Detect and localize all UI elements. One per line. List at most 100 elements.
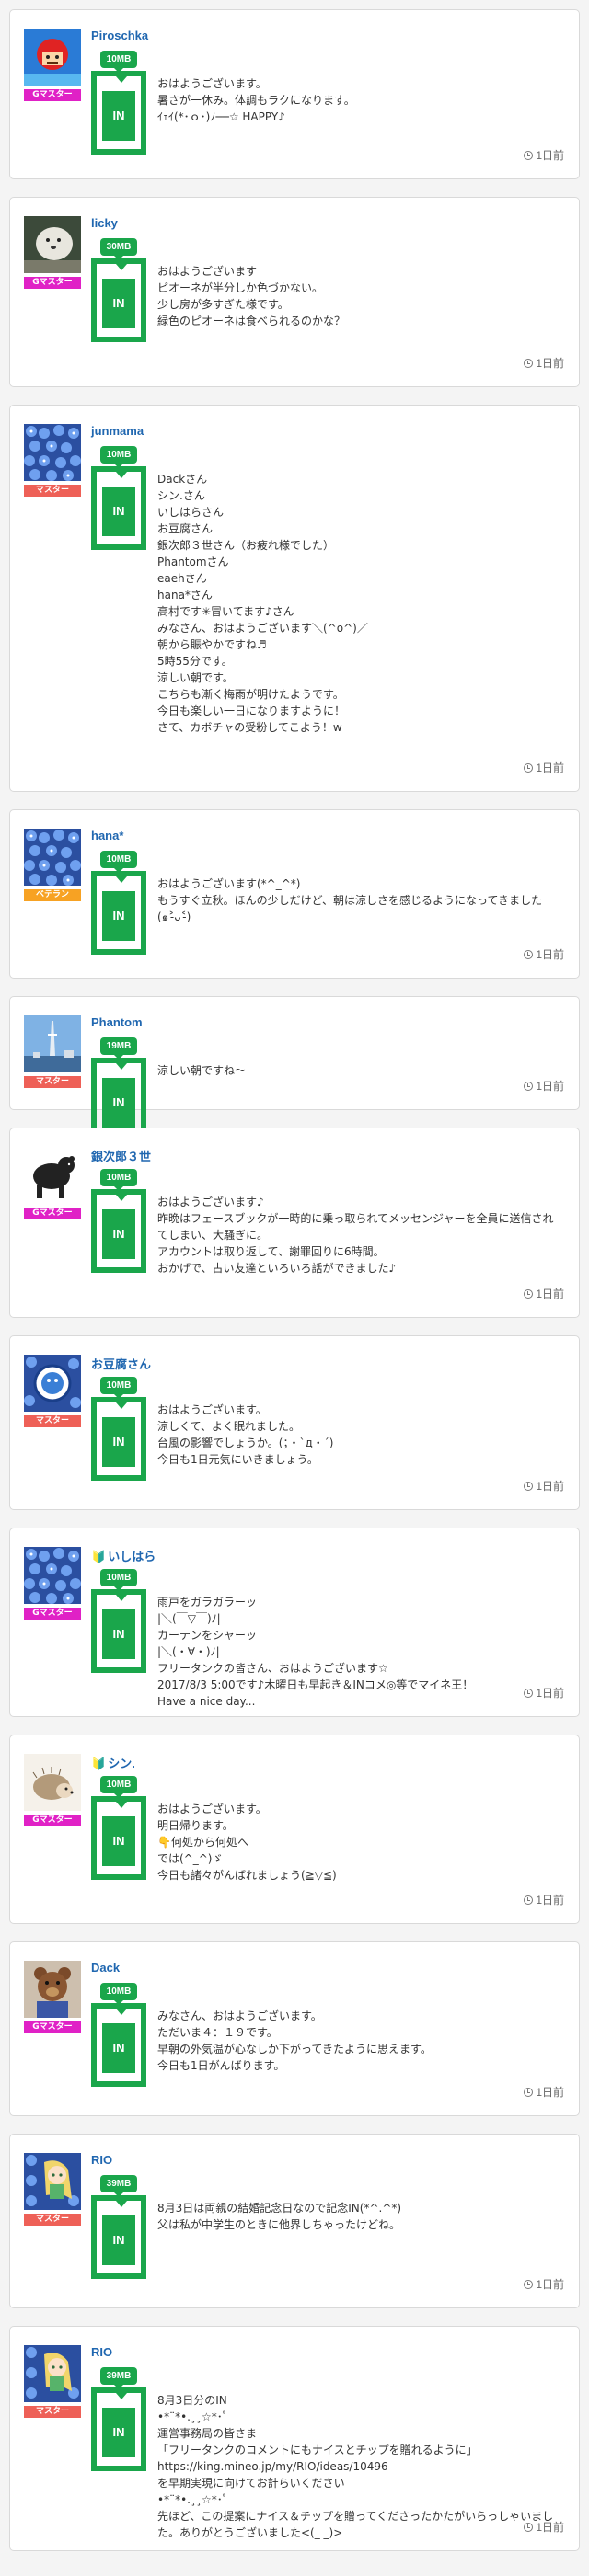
hedgehog-icon[interactable]: [24, 1754, 81, 1811]
username-label: RIO: [91, 2153, 113, 2167]
mb-amount-pill: 39MB: [100, 2367, 137, 2389]
beginner-leaf-icon: 🔰: [91, 1757, 107, 1770]
anime-girl-icon[interactable]: [24, 2153, 81, 2210]
post-timestamp: 1日前: [524, 2084, 564, 2100]
rank-badge: ベテラン: [24, 889, 81, 901]
post-timestamp: 1日前: [524, 2519, 564, 2535]
anime-girl-icon[interactable]: [24, 2345, 81, 2402]
rank-badge: Gマスター: [24, 89, 81, 101]
username-link[interactable]: 🔰 シン.: [91, 1754, 135, 1771]
timestamp-label: 1日前: [536, 357, 564, 370]
in-label: IN: [102, 2408, 135, 2457]
avatar-block: マスター: [24, 2153, 81, 2226]
post-card: Gマスター Piroschka 10MB IN おはようございます。 暑さが一休…: [9, 9, 580, 179]
post-card: マスター RIO 39MB IN 8月3日分のIN •*¨*•.¸¸☆*･ﾟ 運…: [9, 2326, 580, 2551]
post-comment: おはようございます ピオーネが半分しか色づかない。 少し房が多すぎた様です。 緑…: [157, 265, 346, 327]
post-comment: みなさん、おはようございます。 ただいま４：１９です。 早朝の外気温が心なしか下…: [157, 2009, 432, 2072]
in-label: IN: [102, 1078, 135, 1128]
post-comment: 雨戸をガラガラーッ |＼(￣▽￣)ﾉ| カーテンをシャーッ |＼(・∀・)ﾉ| …: [157, 1596, 474, 1708]
clock-icon: [524, 2280, 534, 2289]
post-timestamp: 1日前: [524, 1078, 564, 1093]
username-link[interactable]: RIO: [91, 2153, 112, 2167]
down-arrow-icon: [116, 472, 127, 478]
post-timestamp: 1日前: [524, 1685, 564, 1700]
username-label: RIO: [91, 2345, 113, 2359]
rank-badge: Gマスター: [24, 1815, 81, 1826]
in-tank-icon: IN: [91, 2003, 146, 2087]
blue-flowers-icon[interactable]: [24, 424, 81, 481]
blue-flowers-icon[interactable]: [24, 829, 81, 886]
username-link[interactable]: Phantom: [91, 1015, 143, 1029]
timestamp-label: 1日前: [536, 2521, 564, 2534]
post-timestamp: 1日前: [524, 1478, 564, 1494]
timestamp-label: 1日前: [536, 149, 564, 162]
post-card: Gマスター 🔰 いしはら 10MB IN 雨戸をガラガラーッ |＼(￣▽￣)ﾉ| …: [9, 1528, 580, 1717]
mb-amount-pill: 10MB: [100, 851, 137, 873]
down-arrow-icon: [116, 264, 127, 270]
post-comment: 8月3日分のIN •*¨*•.¸¸☆*･ﾟ 運営事務局の皆さま 「フリータンクの…: [157, 2394, 554, 2539]
in-tank-icon: IN: [91, 1589, 146, 1673]
username-label: お豆腐さん: [91, 1357, 152, 1371]
down-arrow-icon: [116, 2393, 127, 2399]
clock-icon: [524, 950, 534, 959]
post-comment: おはようございます。 涼しくて、よく眠れました。 台風の影響でしょうか。(；・`…: [157, 1403, 334, 1466]
mb-amount-pill: 19MB: [100, 1037, 137, 1059]
username-link[interactable]: junmama: [91, 424, 144, 438]
mb-amount-pill: 10MB: [100, 1569, 137, 1591]
username-link[interactable]: RIO: [91, 2345, 112, 2359]
down-arrow-icon: [116, 2201, 127, 2207]
blue-flowers-icon[interactable]: [24, 1547, 81, 1604]
post-card: Gマスター 🔰 シン. 10MB IN おはようございます。 明日帰ります。 👇何…: [9, 1735, 580, 1924]
username-link[interactable]: 🔰 いしはら: [91, 1547, 156, 1564]
down-arrow-icon: [116, 1802, 127, 1808]
post-card: Gマスター 銀次郎３世 10MB IN おはようございます♪ 昨晩はフェースブッ…: [9, 1128, 580, 1318]
post-comment: おはようございます(*^_^*) もうすぐ立秋。ほんの少しだけど、朝は涼しさを感…: [157, 877, 543, 923]
in-tank-icon: IN: [91, 871, 146, 955]
teddy-bear-icon[interactable]: [24, 1961, 81, 2018]
rank-badge: Gマスター: [24, 1208, 81, 1219]
down-arrow-icon: [116, 1063, 127, 1070]
post-timestamp: 1日前: [524, 2276, 564, 2292]
clock-icon: [524, 1289, 534, 1299]
username-link[interactable]: licky: [91, 216, 118, 230]
post-timestamp: 1日前: [524, 147, 564, 163]
username-link[interactable]: Dack: [91, 1961, 120, 1975]
in-label: IN: [102, 891, 135, 941]
clock-icon: [524, 359, 534, 368]
clock-icon: [524, 1482, 534, 1491]
post-comment: おはようございます。 暑さが一休み。体調もラクになります。 ｲｪｲ(*･ｏ･)ﾉ…: [157, 77, 355, 123]
username-label: hana*: [91, 829, 124, 842]
timestamp-label: 1日前: [536, 761, 564, 774]
mb-amount-pill: 39MB: [100, 2175, 137, 2197]
username-link[interactable]: 銀次郎３世: [91, 1147, 151, 1164]
down-arrow-icon: [116, 76, 127, 83]
avatar-block: Gマスター: [24, 29, 81, 101]
username-label: Piroschka: [91, 29, 149, 42]
username-link[interactable]: Piroschka: [91, 29, 148, 42]
username-label: シン.: [108, 1757, 135, 1770]
avatar-block: マスター: [24, 424, 81, 497]
mineo-badge-icon[interactable]: [24, 1355, 81, 1412]
username-link[interactable]: お豆腐さん: [91, 1355, 151, 1372]
post-card: Gマスター Dack 10MB IN みなさん、おはようございます。 ただいま４…: [9, 1941, 580, 2116]
in-tank-icon: IN: [91, 1189, 146, 1273]
in-label: IN: [102, 91, 135, 141]
avatar-block: マスター: [24, 2345, 81, 2418]
tower-icon[interactable]: [24, 1015, 81, 1072]
mb-amount-pill: 10MB: [100, 1169, 137, 1191]
in-label: IN: [102, 2023, 135, 2073]
post-timestamp: 1日前: [524, 1286, 564, 1301]
timestamp-label: 1日前: [536, 1288, 564, 1300]
timestamp-label: 1日前: [536, 1480, 564, 1493]
free-tank-feed: Gマスター Piroschka 10MB IN おはようございます。 暑さが一休…: [0, 0, 589, 2576]
black-bear-icon[interactable]: [24, 1147, 81, 1204]
username-label: Dack: [91, 1961, 121, 1975]
white-dog-icon[interactable]: [24, 216, 81, 273]
username-link[interactable]: hana*: [91, 829, 123, 842]
clock-icon: [524, 1082, 534, 1091]
post-comment: 涼しい朝ですね〜: [157, 1064, 247, 1077]
avatar-block: Gマスター: [24, 1147, 81, 1219]
in-tank-icon: IN: [91, 71, 146, 155]
mario-red-icon[interactable]: [24, 29, 81, 86]
down-arrow-icon: [116, 1595, 127, 1601]
